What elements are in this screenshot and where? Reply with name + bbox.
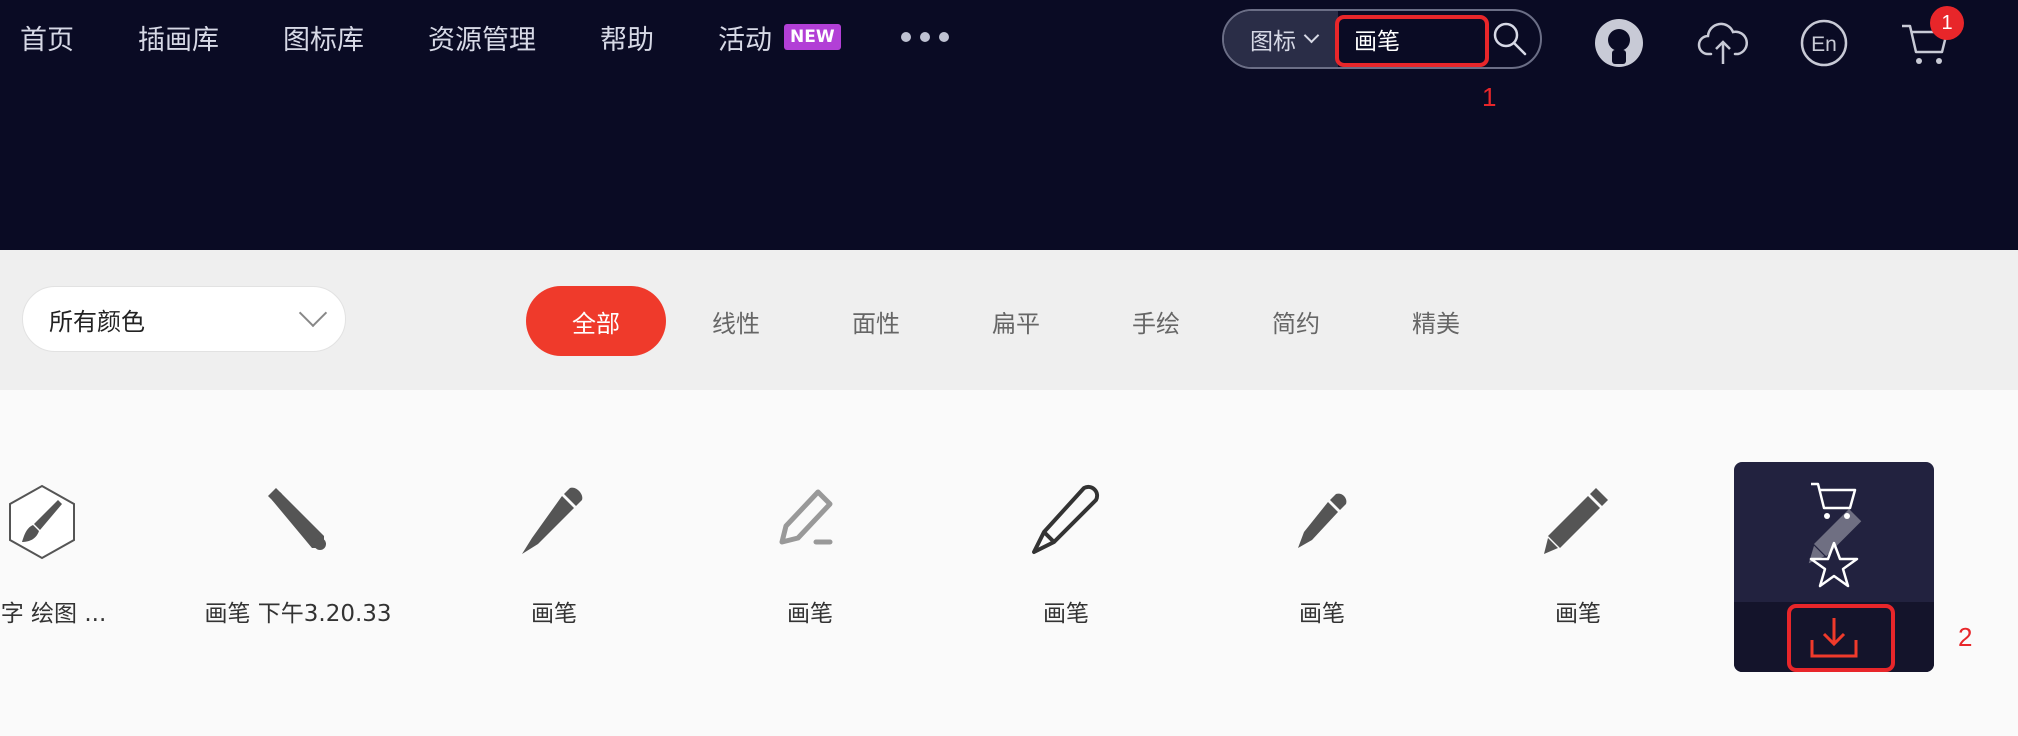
main-nav: 首页 插画库 图标库 资源管理 帮助 活动 NEW (20, 14, 949, 60)
new-badge: NEW (784, 24, 841, 50)
icon-label: 画笔 (531, 601, 577, 627)
chevron-down-icon (1303, 27, 1320, 43)
paintbrush-hexagon-icon (9, 484, 75, 560)
icon-card[interactable]: 画笔 (938, 482, 1194, 692)
icon-label: 画笔 (1555, 601, 1601, 627)
download-icon[interactable] (1806, 612, 1862, 662)
tab-linear[interactable]: 线性 (666, 286, 806, 356)
cloud-upload-icon[interactable] (1696, 16, 1750, 70)
top-header: 首页 插画库 图标库 资源管理 帮助 活动 NEW 图标 1 En (0, 0, 2018, 250)
pencil-outline-gray-icon (779, 489, 833, 545)
cart-count-badge: 1 (1930, 6, 1964, 40)
icon-card[interactable]: 画笔 (426, 482, 682, 692)
color-filter-label: 所有颜色 (49, 307, 145, 336)
color-filter-select[interactable]: 所有颜色 (22, 286, 346, 352)
tab-simple[interactable]: 简约 (1226, 286, 1366, 356)
nav-home[interactable]: 首页 (20, 18, 74, 57)
icon-card[interactable]: 画笔 (1194, 482, 1450, 692)
icon-card[interactable]: 画笔 下午3.20.33 (170, 482, 426, 692)
icon-card[interactable]: 画笔 (682, 482, 938, 692)
chevron-down-icon (298, 298, 328, 328)
pen-filled-icon (522, 487, 583, 554)
tab-filled[interactable]: 面性 (806, 286, 946, 356)
search-box: 图标 (1222, 9, 1542, 69)
tab-hand-drawn[interactable]: 手绘 (1086, 286, 1226, 356)
search-input[interactable] (1354, 21, 1488, 57)
tab-refined[interactable]: 精美 (1366, 286, 1506, 356)
icon-card[interactable]: 写字 绘图 ... (0, 482, 170, 692)
icon-label: 画笔 (787, 601, 833, 627)
nav-activity[interactable]: 活动 NEW (718, 18, 841, 57)
filter-bar: 所有颜色 全部 线性 面性 扁平 手绘 简约 精美 (0, 250, 2018, 390)
search-type-label: 图标 (1250, 29, 1296, 55)
hover-icon-card[interactable] (1734, 462, 1934, 672)
icon-grid: 写字 绘图 ... 画笔 下午3.20.33 画笔 画笔 画笔 (0, 390, 2018, 736)
nav-illustrations[interactable]: 插画库 (138, 18, 219, 57)
language-label: En (1811, 33, 1837, 56)
pencil-filled-icon (1544, 488, 1608, 554)
icon-label: 写字 绘图 ... (0, 601, 107, 627)
icon-card[interactable]: 画笔 (1450, 482, 1706, 692)
search-type-select[interactable]: 图标 (1224, 11, 1338, 67)
nav-resource-management[interactable]: 资源管理 (428, 18, 536, 57)
style-tabs: 全部 线性 面性 扁平 手绘 简约 精美 (526, 286, 1506, 356)
icon-label: 画笔 (1043, 601, 1089, 627)
nav-activity-label: 活动 (718, 24, 772, 56)
search-icon[interactable] (1490, 19, 1530, 59)
icon-label: 画笔 (1299, 601, 1345, 627)
pen-outline-icon (1032, 485, 1099, 554)
nav-icon-library[interactable]: 图标库 (283, 18, 364, 57)
marker-pen-icon (268, 488, 326, 550)
nav-help[interactable]: 帮助 (600, 18, 654, 57)
icon-label: 画笔 下午3.20.33 (204, 601, 392, 627)
language-icon[interactable]: En (1797, 16, 1851, 70)
more-dots-icon[interactable] (900, 32, 949, 42)
add-to-cart-icon[interactable] (1808, 478, 1860, 522)
tab-flat[interactable]: 扁平 (946, 286, 1086, 356)
avatar-icon[interactable] (1592, 16, 1646, 70)
favorite-star-icon[interactable] (1808, 540, 1860, 590)
tab-all[interactable]: 全部 (526, 286, 666, 356)
pen-small-icon (1298, 493, 1347, 548)
annotation-2: 2 (1958, 622, 1973, 652)
annotation-1: 1 (1482, 82, 1497, 112)
